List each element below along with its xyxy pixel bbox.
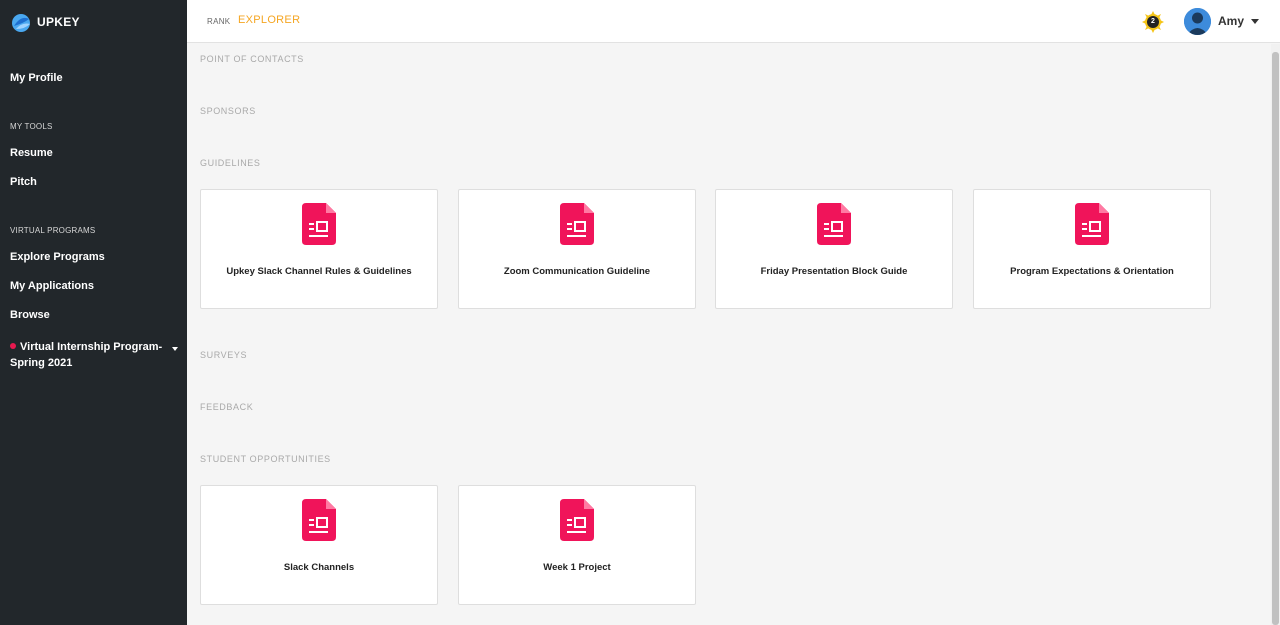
card-title: Slack Channels	[283, 562, 355, 573]
brand[interactable]: UPKEY	[0, 0, 187, 43]
status-dot	[10, 343, 16, 349]
section-surveys: SURVEYS	[200, 350, 248, 360]
guideline-card[interactable]: Upkey Slack Channel Rules & Guidelines	[200, 189, 438, 309]
section-guidelines: GUIDELINES	[200, 158, 261, 168]
sidebar-item-my-profile[interactable]: My Profile	[10, 72, 63, 84]
document-icon	[1075, 203, 1109, 245]
card-title: Week 1 Project	[543, 562, 611, 573]
program-name-line2: Spring 2021	[10, 357, 73, 369]
guideline-card[interactable]: Program Expectations & Orientation	[973, 189, 1211, 309]
card-title: Upkey Slack Channel Rules & Guidelines	[226, 266, 412, 277]
rank-label: RANK	[207, 17, 231, 26]
notification-count: 2	[1147, 16, 1159, 28]
document-icon	[560, 203, 594, 245]
upkey-logo-icon	[12, 13, 30, 32]
section-feedback: FEEDBACK	[200, 402, 254, 412]
sidebar-item-pitch[interactable]: Pitch	[10, 176, 37, 188]
opportunity-card[interactable]: Slack Channels	[200, 485, 438, 605]
topbar: RANK EXPLORER 2 Amy	[187, 0, 1280, 43]
sidebar-item-explore-programs[interactable]: Explore Programs	[10, 251, 105, 263]
brand-name: UPKEY	[37, 14, 80, 29]
sidebar-item-browse[interactable]: Browse	[10, 309, 50, 321]
scrollbar[interactable]	[1271, 44, 1280, 625]
sidebar-item-virtual-internship-program[interactable]: Virtual Internship Program- Spring 2021	[10, 339, 178, 371]
document-icon	[560, 499, 594, 541]
notification-badge[interactable]: 2	[1142, 11, 1164, 33]
document-icon	[817, 203, 851, 245]
card-title: Friday Presentation Block Guide	[760, 266, 908, 277]
sidebar-section-virtual-programs: VIRTUAL PROGRAMS	[10, 226, 96, 235]
user-avatar-icon	[1184, 8, 1211, 35]
rank-value: EXPLORER	[238, 14, 301, 26]
document-icon	[302, 203, 336, 245]
main-content: POINT OF CONTACTS SPONSORS GUIDELINES Up…	[187, 44, 1271, 625]
scrollbar-thumb[interactable]	[1272, 52, 1279, 625]
section-sponsors: SPONSORS	[200, 106, 256, 116]
user-menu-caret-icon[interactable]	[1251, 19, 1259, 24]
caret-down-icon[interactable]	[172, 347, 178, 351]
sidebar-section-my-tools: MY TOOLS	[10, 122, 53, 131]
document-icon	[302, 499, 336, 541]
guideline-card[interactable]: Zoom Communication Guideline	[458, 189, 696, 309]
guideline-card[interactable]: Friday Presentation Block Guide	[715, 189, 953, 309]
card-title: Zoom Communication Guideline	[503, 266, 651, 277]
user-name[interactable]: Amy	[1218, 14, 1244, 28]
sidebar-item-my-applications[interactable]: My Applications	[10, 280, 94, 292]
program-name-line1: Virtual Internship Program-	[20, 341, 163, 353]
sidebar-item-resume[interactable]: Resume	[10, 147, 53, 159]
card-title: Program Expectations & Orientation	[1010, 266, 1174, 277]
sidebar: UPKEY My Profile MY TOOLS Resume Pitch V…	[0, 0, 187, 625]
avatar[interactable]	[1184, 8, 1211, 35]
section-student-opportunities: STUDENT OPPORTUNITIES	[200, 454, 331, 464]
section-point-of-contacts: POINT OF CONTACTS	[200, 54, 304, 64]
opportunity-card[interactable]: Week 1 Project	[458, 485, 696, 605]
